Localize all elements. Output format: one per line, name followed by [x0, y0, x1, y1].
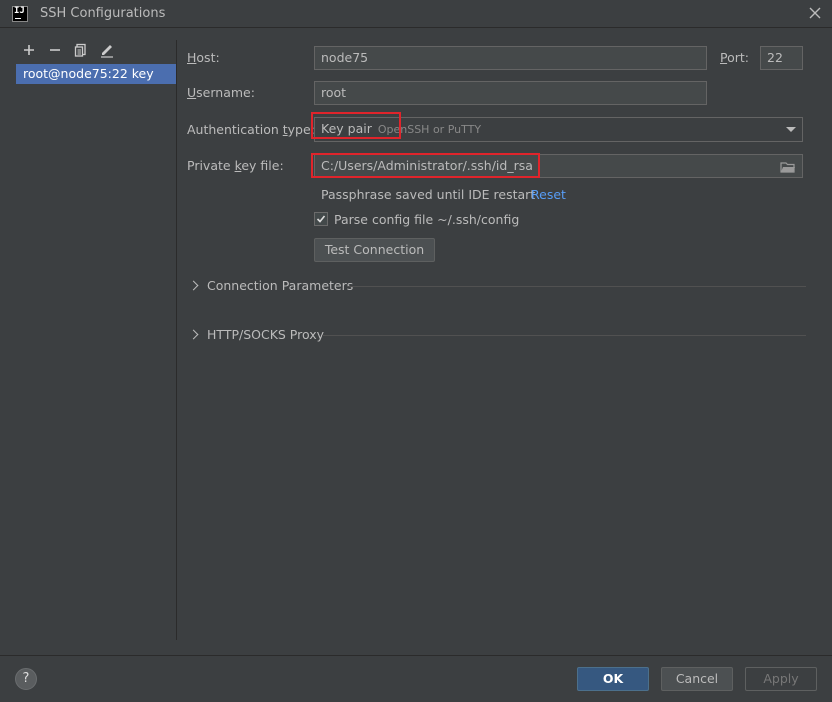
chevron-right-icon	[188, 329, 199, 340]
folder-icon	[780, 162, 795, 173]
minus-icon	[50, 49, 60, 51]
window-title: SSH Configurations	[40, 6, 166, 21]
port-input[interactable]: 22	[760, 46, 803, 70]
help-button[interactable]: ?	[15, 668, 37, 690]
copy-icon	[74, 43, 86, 57]
close-button[interactable]	[806, 4, 824, 22]
parse-config-checkbox[interactable]	[314, 212, 328, 226]
host-label: Host:	[187, 50, 220, 65]
chevron-down-icon	[786, 127, 796, 132]
auth-type-label: Authentication type:	[187, 122, 315, 137]
reset-link[interactable]: Reset	[531, 187, 566, 202]
copy-button[interactable]	[73, 42, 89, 58]
connection-parameters-toggle[interactable]: Connection Parameters	[188, 278, 353, 293]
edit-button[interactable]	[99, 42, 115, 58]
plus-icon	[24, 45, 34, 55]
apply-button[interactable]: Apply	[745, 667, 817, 691]
auth-type-select[interactable]: Key pair OpenSSH or PuTTY	[314, 117, 803, 142]
checkmark-icon	[316, 215, 326, 223]
port-label: Port:	[720, 50, 749, 65]
browse-folder-button[interactable]	[780, 159, 796, 177]
sidebar-item-config[interactable]: root@node75:22 key	[16, 64, 176, 84]
http-socks-proxy-toggle[interactable]: HTTP/SOCKS Proxy	[188, 327, 324, 342]
section-separator	[347, 286, 806, 287]
intellij-logo-icon: IJ	[12, 6, 28, 22]
ok-button[interactable]: OK	[577, 667, 649, 691]
test-connection-button[interactable]: Test Connection	[314, 238, 435, 262]
parse-config-label: Parse config file ~/.ssh/config	[334, 212, 520, 227]
private-key-label: Private key file:	[187, 158, 284, 173]
chevron-right-icon	[188, 280, 199, 291]
section-separator	[322, 335, 806, 336]
footer-divider	[0, 655, 832, 656]
cancel-button[interactable]: Cancel	[661, 667, 733, 691]
panel-divider	[176, 40, 177, 640]
passphrase-text: Passphrase saved until IDE restart	[321, 187, 536, 202]
close-icon	[809, 7, 821, 19]
configurations-panel: root@node75:22 key	[0, 28, 176, 640]
private-key-value: C:/Users/Administrator/.ssh/id_rsa	[321, 158, 533, 173]
username-input[interactable]: root	[314, 81, 707, 105]
username-label: Username:	[187, 85, 255, 100]
add-button[interactable]	[21, 42, 37, 58]
host-input[interactable]: node75	[314, 46, 707, 70]
auth-type-value: Key pair	[321, 121, 372, 136]
private-key-input[interactable]: C:/Users/Administrator/.ssh/id_rsa	[314, 154, 803, 178]
auth-type-hint: OpenSSH or PuTTY	[377, 123, 482, 136]
remove-button[interactable]	[47, 42, 63, 58]
edit-icon	[101, 45, 113, 58]
